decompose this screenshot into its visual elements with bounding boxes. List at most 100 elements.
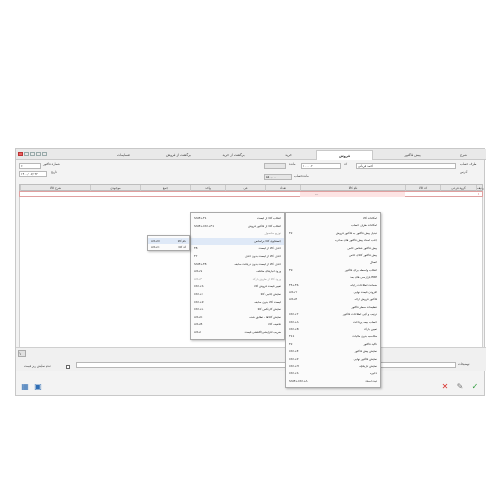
balance-value: ۵۸۰,۰۰۰ <box>266 175 277 179</box>
party-label: طرف حساب <box>460 162 477 166</box>
balance-label: مانده‌حساب <box>294 174 309 178</box>
options-menu-item[interactable]: امکانات کالا <box>286 215 380 222</box>
options-menu-item[interactable]: تنظیمات سطر فاکتور <box>286 304 380 311</box>
options-menu-item[interactable]: تعیین بارکد Ctrl+B <box>286 326 380 333</box>
options-menu-item-label: ترتیب و کپی اطلاعات فاکتور <box>342 312 377 317</box>
options-menu-item-label: جذب اسناد پیش فاکتور های صادره <box>335 238 377 243</box>
context-menu-item[interactable]: انتخاب کالا از فاکتور فروش Shift+Ctrl+F1 <box>191 223 284 231</box>
submenu-item[interactable]: کد کالا Alt+C <box>148 244 189 251</box>
notes-label: توضیحات <box>458 362 470 366</box>
options-menu-item-label: اتصال <box>369 260 377 265</box>
context-menu-item[interactable]: نمایش کالاها - تطابق شده Alt+K <box>191 314 284 322</box>
options-menu-item[interactable]: پیش فاکتور شخص خاص <box>286 245 380 252</box>
context-menu-item-label: حذف کالا از لیست بدون دریافت سابقه <box>234 261 281 266</box>
delete-icon[interactable]: ✕ <box>440 382 450 392</box>
tab-attachments[interactable]: ضمایمات <box>96 150 151 160</box>
options-menu-item[interactable]: نمایش تاریخچه Ctrl+H <box>286 363 380 370</box>
context-menu-item[interactable]: تغییر قیمت فروش کالا Ctrl+S <box>191 283 284 291</box>
options-menu-item-shortcut: Ctrl+H <box>289 364 299 368</box>
options-menu-item[interactable]: تاکید فاکتور F2 <box>286 341 380 348</box>
options-menu-item[interactable]: حساب بیمه پرداخت Ctrl+A <box>286 319 380 326</box>
minimize-window-button[interactable] <box>30 152 35 156</box>
options-menu-item[interactable]: جذب اسناد پیش فاکتور های صادره <box>286 237 380 244</box>
options-menu-item-label: نمایش تاریخچه <box>359 364 377 368</box>
options-menu-item[interactable]: فاکتور فروش ارائه Alt+E <box>286 296 380 303</box>
context-menu-item[interactable]: حذف کالا از لیست F8 <box>191 245 284 253</box>
options-menu-item-label: تاکید فاکتور <box>363 341 377 346</box>
options-menu-item[interactable]: محاسبه بدون مالیات F11 <box>286 333 380 340</box>
save-icon[interactable]: ▣ <box>33 382 43 392</box>
page-indicator-box[interactable]: ۱ <box>18 350 26 357</box>
code-field[interactable]: ۱۰۰۰۰۲ <box>301 163 341 169</box>
tab-sharh[interactable]: شرح <box>441 150 486 160</box>
tab-purchase[interactable]: خرید <box>261 150 316 160</box>
restore-window-button[interactable] <box>24 152 29 156</box>
options-menu-item[interactable]: پیش فاکتور کالای خاص <box>286 252 380 259</box>
options-menu-item-label: ضمانت اطلاعات رایانه <box>350 282 377 287</box>
party-field[interactable]: احمد قربانی <box>356 163 456 169</box>
options-menu-item[interactable]: ذخیره Ctrl+S <box>286 370 380 377</box>
show-price-checkbox[interactable] <box>66 365 70 369</box>
context-menu-item-shortcut: Alt+F <box>194 276 202 281</box>
context-menu-item[interactable]: جستجوی کالا براساس <box>191 237 284 246</box>
options-menu-item-label: امکانات طرف حساب <box>351 223 377 228</box>
context-menu-item-label: توزیع محصول <box>264 231 281 236</box>
options-menu-item[interactable]: بازارسی های بعد ERP <box>286 274 380 281</box>
context-menu-item[interactable]: انتخاب کالا از لیست Shift+F1 <box>191 215 284 223</box>
options-menu-item-shortcut: Alt+E <box>289 297 298 302</box>
options-menu-item[interactable]: افزودن قیمت نهایی Alt+Y <box>286 289 380 296</box>
options-menu-item[interactable]: امکانات طرف حساب <box>286 222 380 229</box>
options-menu-item-label: تعیین بارکد <box>363 327 377 331</box>
row-marker: ۱ <box>478 192 480 196</box>
context-menu-item-label: نمایش جانبی کالا <box>260 292 281 296</box>
options-menu-item-shortcut: F11 <box>289 334 295 339</box>
invoice-number-field[interactable]: ۶ <box>19 163 41 169</box>
context-menu-item-shortcut: Alt+K <box>194 314 203 319</box>
tab-sale-return[interactable]: برگشت از فروش <box>151 150 206 160</box>
items-grid-header: ردیف گروه فرعی کد کالا نام کالا تعداد فی… <box>19 184 484 191</box>
context-menu-item-label: حذف کالا از لیست <box>258 246 281 251</box>
submenu-item-shortcut: Alt+C <box>151 245 160 249</box>
tab-purchase-return[interactable]: برگشت از خرید <box>206 150 261 160</box>
context-menu-item[interactable]: تخفیف کالا Alt+B <box>191 321 284 329</box>
print-window-button[interactable] <box>42 152 47 156</box>
options-menu-item-shortcut: Ctrl+P <box>289 356 299 361</box>
grid-tool-icon[interactable]: ▦ <box>20 382 30 392</box>
options-menu-item[interactable]: نمایش پیش فاکتور Ctrl+E <box>286 348 380 355</box>
options-menu-item-shortcut: Shift+Ctrl+A <box>289 378 308 383</box>
help-window-button[interactable] <box>36 152 41 156</box>
options-menu-item[interactable]: نمایش فاکتور نهایی Ctrl+P <box>286 356 380 363</box>
notes-field[interactable] <box>76 362 456 368</box>
edit-icon[interactable]: ✎ <box>455 382 465 392</box>
options-menu-item-label: امکانات کالا <box>362 216 377 220</box>
confirm-icon[interactable]: ✓ <box>470 382 480 392</box>
date-field[interactable]: ۱۴۰۰/ ۰۷/ ۲۲ <box>19 171 47 177</box>
context-menu-item[interactable]: لیست کالا بدون سابقه Ctrl+Z <box>191 299 284 307</box>
context-menu-item[interactable]: حذف کالا از لیست بدون دریافت سابقه Shift+… <box>191 261 284 269</box>
options-menu-item[interactable]: اتصال <box>286 259 380 266</box>
context-menu-item-shortcut: F7 <box>194 254 198 258</box>
context-menu-item[interactable]: ضریب افزایشی/کاهشی قیمت Alt+I <box>191 329 284 337</box>
context-menu-item-label: نمایش کارتکس کالا <box>257 307 281 312</box>
bottom-panel: ۱ توضیحات عدم نمایش ریز قیمت <box>16 347 486 371</box>
context-menu-item-label: ضریب افزایشی/کاهشی قیمت <box>244 330 281 334</box>
options-menu-item[interactable]: ضمانت اطلاعات رایانه F5+F6 <box>286 282 380 289</box>
context-menu-item-shortcut: Alt+B <box>194 322 203 327</box>
context-menu-item[interactable]: ورود انبارهای مختلف Alt+S <box>191 268 284 276</box>
tab-pre-invoice[interactable]: پیش فاکتور <box>384 150 441 160</box>
options-menu-item[interactable]: تبدیل پیش فاکتور به فاکتور فروش F2 <box>286 230 380 237</box>
context-menu-item-label: نمایش کالاها - تطابق شده <box>249 314 281 319</box>
code-label: کد <box>344 162 348 166</box>
context-menu-item: توزیع محصول <box>191 230 284 238</box>
options-menu-item-label: نمایش فاکتور نهایی <box>353 356 377 361</box>
options-menu-item[interactable]: ثبت اسناد Shift+Ctrl+A <box>286 378 380 385</box>
context-menu-item[interactable]: نمایش کارتکس کالا Ctrl+L <box>191 306 284 314</box>
options-menu-item[interactable]: ترتیب و کپی اطلاعات فاکتور Ctrl+T <box>286 311 380 318</box>
options-menu-item[interactable]: انتخاب واسطه برای فاکتور F9 <box>286 267 380 274</box>
tab-sale[interactable]: فروش <box>316 150 373 160</box>
context-menu-item-shortcut: Alt+S <box>194 269 203 274</box>
close-window-button[interactable] <box>18 152 23 156</box>
context-menu-item[interactable]: نمایش جانبی کالا Ctrl+I <box>191 291 284 299</box>
context-menu-item[interactable]: حذف کالا از لیست بدون حذف F7 <box>191 253 284 261</box>
context-menu-item-shortcut: F8 <box>194 246 198 251</box>
